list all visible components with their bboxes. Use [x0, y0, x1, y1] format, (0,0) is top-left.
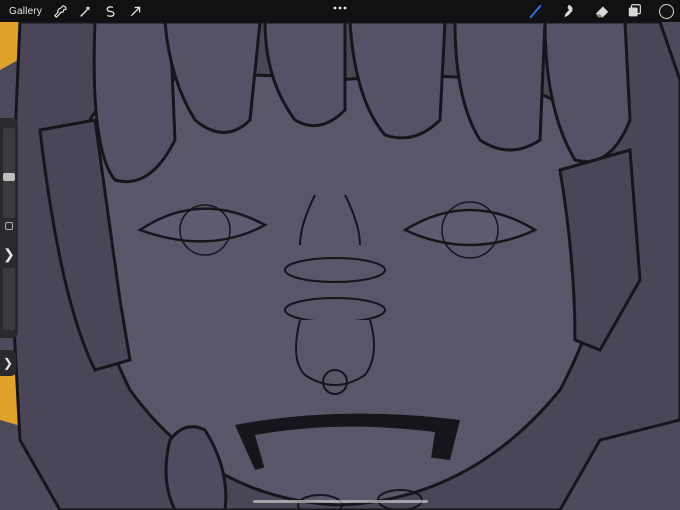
left-sidebar: ❯ [0, 118, 18, 338]
drawing-canvas[interactable] [0, 0, 680, 510]
current-color-swatch[interactable] [659, 3, 674, 19]
selection-icon[interactable] [102, 3, 118, 19]
modify-button[interactable] [5, 222, 13, 230]
right-tool-group [512, 2, 674, 20]
layers-icon[interactable] [626, 2, 644, 20]
wrench-icon[interactable] [52, 3, 68, 19]
smudge-icon[interactable] [560, 2, 578, 20]
top-toolbar: Gallery [0, 0, 680, 22]
redo-button[interactable]: ❯ [0, 350, 16, 376]
home-indicator[interactable] [253, 500, 428, 503]
magic-wand-icon[interactable] [77, 3, 93, 19]
undo-button[interactable]: ❯ [2, 246, 16, 262]
transform-arrow-icon[interactable] [127, 3, 143, 19]
brush-opacity-slider[interactable] [3, 268, 15, 330]
eraser-icon[interactable] [593, 2, 611, 20]
brush-icon[interactable] [527, 2, 545, 20]
gallery-button[interactable]: Gallery [9, 6, 42, 17]
more-options-icon[interactable] [333, 4, 347, 12]
brush-size-slider-thumb[interactable] [3, 173, 15, 182]
